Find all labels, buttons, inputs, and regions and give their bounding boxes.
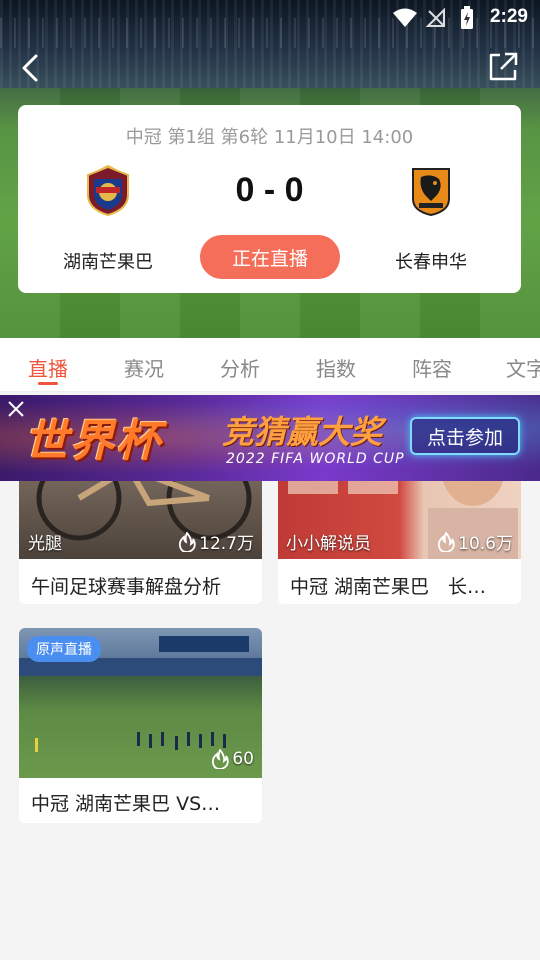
clock: 2:29 — [489, 6, 528, 27]
home-team-name: 湖南芒果巴 — [63, 252, 153, 273]
match-card: 中冠 第1组 第6轮 11月10日 14:00 0 - 0 湖南芒果巴 正在直播… — [18, 105, 521, 293]
join-button[interactable]: 点击参加 — [410, 417, 520, 455]
active-tab-indicator — [38, 382, 58, 385]
video-views: 12.7万 — [178, 529, 254, 554]
tab-bar: 直播 赛况 分析 指数 阵容 文字 — [0, 338, 540, 392]
share-button[interactable] — [486, 50, 520, 84]
tab-analysis[interactable]: 分析 — [220, 353, 260, 382]
promo-subtitle: 竞猜赢大奖 — [222, 413, 383, 451]
video-title: 午间足球赛事解盘分析 — [31, 576, 222, 598]
share-icon — [489, 52, 518, 81]
tab-match-status[interactable]: 赛况 — [124, 353, 164, 382]
no-signal-icon — [426, 8, 445, 27]
live-audio-badge: 原声直播 — [27, 636, 101, 662]
away-team-logo — [412, 168, 450, 217]
video-author: 光腿 — [28, 534, 62, 554]
close-icon[interactable] — [6, 399, 26, 419]
away-team-name: 长春申华 — [395, 252, 467, 273]
status-bar: 2:29 — [0, 0, 540, 36]
video-thumbnail: 原声直播 60 — [19, 628, 262, 778]
fire-icon — [438, 531, 455, 552]
video-views-count: 12.7万 — [199, 534, 254, 554]
live-now-button[interactable]: 正在直播 — [200, 235, 340, 279]
video-views-count: 10.6万 — [458, 534, 513, 554]
wifi-icon — [393, 8, 417, 27]
tab-text-live[interactable]: 文字 — [506, 353, 540, 382]
promo-title: 世界杯 — [24, 416, 162, 467]
back-button[interactable] — [16, 50, 46, 86]
tab-index[interactable]: 指数 — [316, 353, 356, 382]
chevron-left-icon — [22, 54, 38, 82]
video-card[interactable]: 原声直播 60 中冠 湖南芒果巴 VS… — [19, 628, 262, 823]
promo-tagline: 2022 FIFA WORLD CUP — [226, 451, 405, 467]
fire-icon — [212, 749, 230, 769]
video-author: 小小解说员 — [286, 534, 371, 554]
video-views: 10.6万 — [437, 529, 513, 554]
video-views: 60 — [211, 749, 254, 769]
video-views-count: 60 — [232, 749, 254, 769]
tab-live[interactable]: 直播 — [28, 353, 68, 382]
tab-lineup[interactable]: 阵容 — [412, 353, 452, 382]
video-title: 中冠 湖南芒果巴 长… — [290, 576, 487, 598]
world-cup-promo-banner[interactable]: 世界杯 竞猜赢大奖 2022 FIFA WORLD CUP 点击参加 — [0, 395, 540, 481]
fire-icon — [179, 531, 196, 552]
video-title: 中冠 湖南芒果巴 VS… — [31, 793, 221, 815]
battery-charging-icon — [461, 6, 473, 29]
match-info: 中冠 第1组 第6轮 11月10日 14:00 — [125, 127, 414, 148]
